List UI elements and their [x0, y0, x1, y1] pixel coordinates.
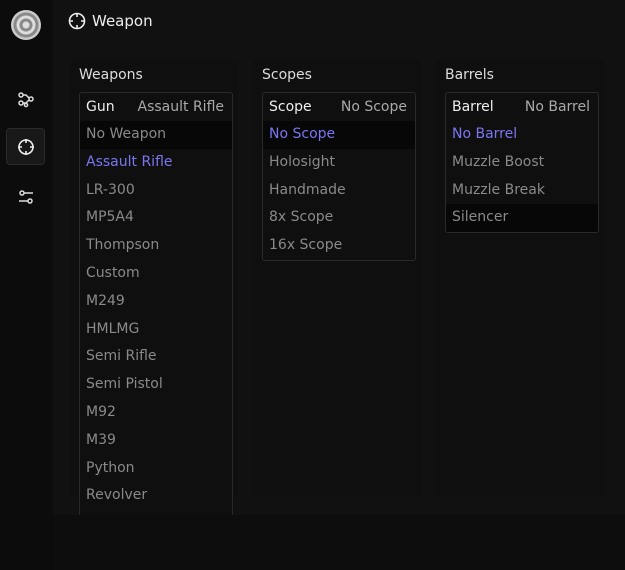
list-item[interactable]: Handmade	[263, 177, 415, 205]
list-item[interactable]: Thompson	[80, 232, 232, 260]
sidebar-item-settings[interactable]	[6, 178, 45, 215]
select-label: Scope	[269, 99, 312, 115]
footer-area	[53, 515, 625, 570]
list-item[interactable]: Semi Pistol	[80, 371, 232, 399]
list-item[interactable]: Python	[80, 455, 232, 483]
scopes-heading: Scopes	[262, 67, 312, 83]
weapons-panel: Weapons Gun Assault Rifle No Weapon Assault…	[70, 60, 238, 567]
list-item[interactable]: M92	[80, 399, 232, 427]
scopes-panel: Scopes Scope No Scope No Scope Holosight Han…	[253, 60, 421, 496]
list-item[interactable]: HMLMG	[80, 316, 232, 344]
list-item[interactable]: Holosight	[263, 149, 415, 177]
list-item[interactable]: LR-300	[80, 177, 232, 205]
list-item[interactable]: No Barrel	[446, 121, 598, 149]
list-item[interactable]: Revolver	[80, 482, 232, 510]
crosshair-icon	[68, 12, 86, 30]
weapons-heading: Weapons	[79, 67, 143, 83]
sidebar	[0, 0, 53, 570]
nodes-icon	[17, 91, 34, 107]
barrels-panel: Barrels Barrel No Barrel No Barrel Muzzle B…	[436, 60, 604, 496]
scopes-select-header[interactable]: Scope No Scope	[263, 93, 415, 121]
select-label: Gun	[86, 99, 115, 115]
list-item[interactable]: Semi Rifle	[80, 343, 232, 371]
list-item[interactable]: No Scope	[263, 121, 415, 149]
select-value: No Barrel	[524, 99, 590, 115]
select-value: Assault Rifle	[137, 99, 225, 115]
sliders-icon	[18, 189, 33, 204]
weapons-select-header[interactable]: Gun Assault Rifle	[80, 93, 232, 121]
list-item[interactable]: Assault Rifle	[80, 149, 232, 177]
list-item[interactable]: MP5A4	[80, 204, 232, 232]
list-item[interactable]: Silencer	[446, 204, 598, 233]
sidebar-item-weapon[interactable]	[6, 128, 45, 165]
select-label: Barrel	[452, 99, 494, 115]
crosshair-icon	[17, 138, 34, 155]
list-item[interactable]: Muzzle Break	[446, 177, 598, 205]
list-item[interactable]: M249	[80, 288, 232, 316]
barrels-select[interactable]: Barrel No Barrel No Barrel Muzzle Boost Muzz…	[445, 92, 599, 234]
barrels-select-header[interactable]: Barrel No Barrel	[446, 93, 598, 121]
barrels-heading: Barrels	[445, 67, 494, 83]
list-item[interactable]: Muzzle Boost	[446, 149, 598, 177]
list-item[interactable]: Custom	[80, 260, 232, 288]
weapons-select[interactable]: Gun Assault Rifle No Weapon Assault Rifle LR…	[79, 92, 233, 567]
sidebar-item-nodes[interactable]	[6, 80, 45, 117]
list-item[interactable]: M39	[80, 427, 232, 455]
list-item[interactable]: 8x Scope	[263, 204, 415, 232]
list-item[interactable]: No Weapon	[80, 121, 232, 149]
list-item[interactable]: 16x Scope	[263, 232, 415, 260]
page-title-text: Weapon	[92, 12, 153, 30]
logo	[11, 10, 41, 40]
select-value: No Scope	[340, 99, 407, 115]
page-title: Weapon	[68, 12, 153, 30]
scopes-select[interactable]: Scope No Scope No Scope Holosight Handmade 8x…	[262, 92, 416, 261]
